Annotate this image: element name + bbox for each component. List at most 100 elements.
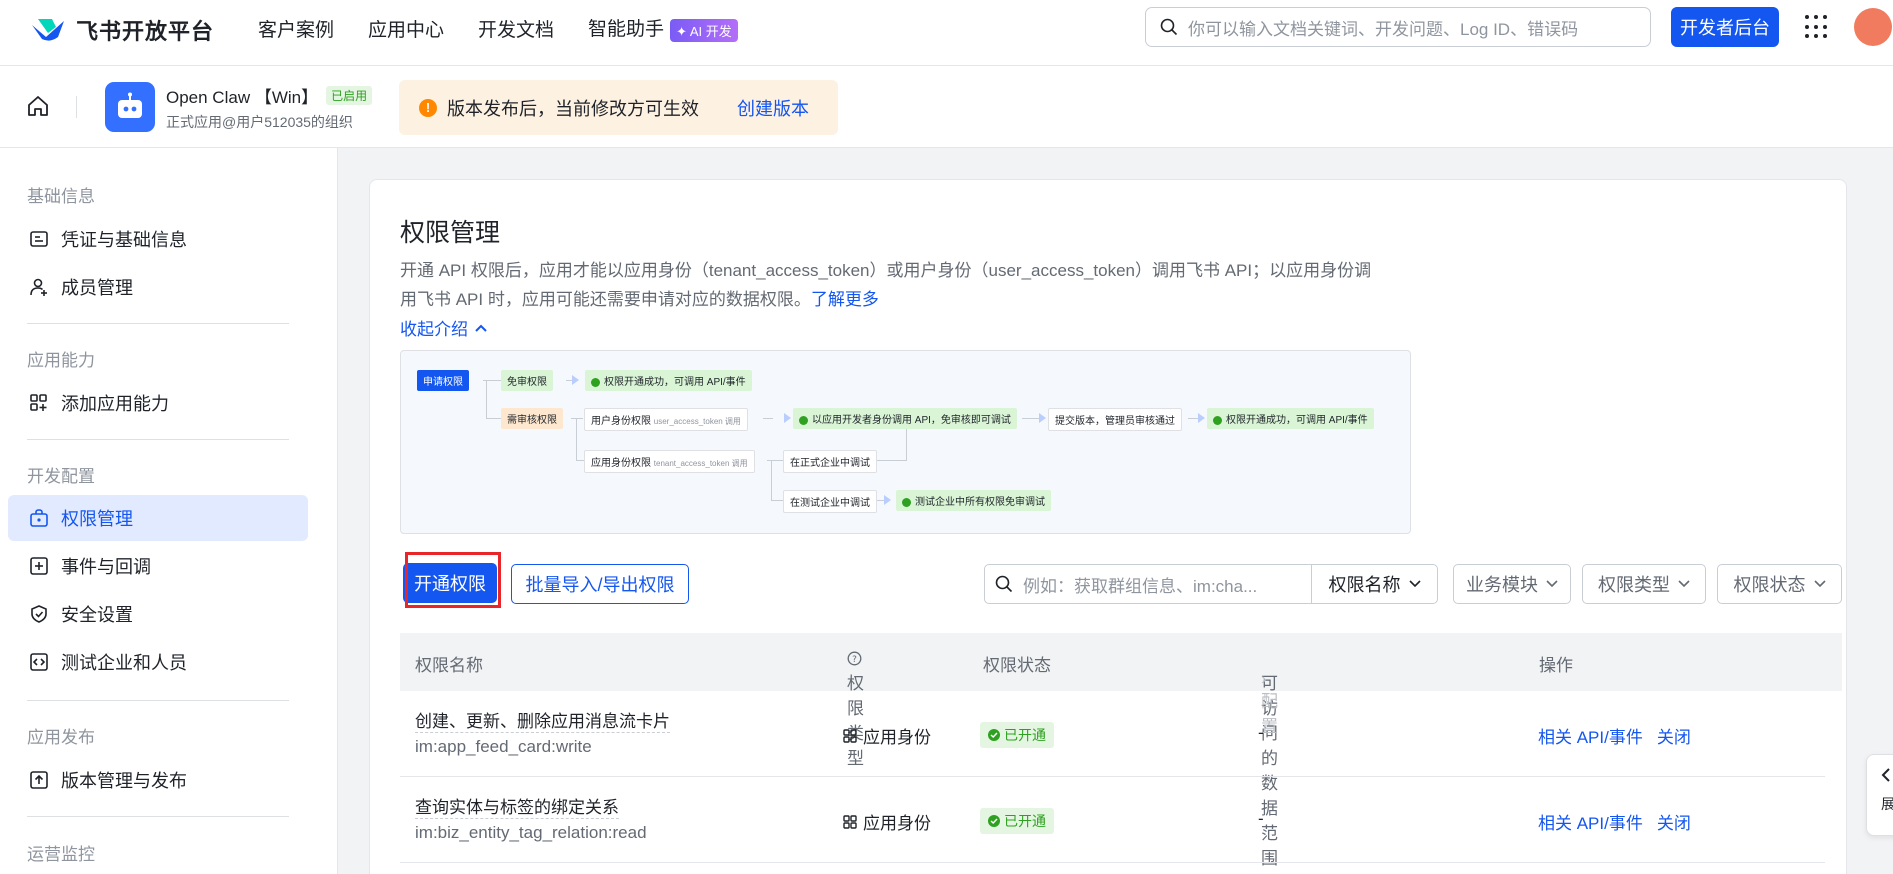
app-grid-icon (843, 814, 857, 829)
status-badge: 已开通 (980, 722, 1054, 748)
nav-links: 客户案例 应用中心 开发文档 智能助手 ✦ AI 开发 (258, 14, 738, 42)
sidebar-item-versions[interactable]: 版本管理与发布 (8, 757, 308, 803)
sidebar-item-label: 权限管理 (61, 509, 133, 529)
developer-console-button[interactable]: 开发者后台 (1671, 7, 1779, 47)
apps-grid-icon[interactable] (1805, 15, 1829, 39)
sidebar-item-label: 版本管理与发布 (61, 771, 187, 791)
create-version-link[interactable]: 创建版本 (737, 95, 809, 121)
chevron-down-icon (1546, 580, 1558, 588)
flow-app-perm-label: 应用身份权限 (591, 458, 651, 469)
flow-user-perm: 用户身份权限 user_access_token 调用 (584, 408, 748, 431)
nav-cases[interactable]: 客户案例 (258, 15, 334, 42)
nav-assistant[interactable]: 智能助手 ✦ AI 开发 (588, 14, 738, 42)
flow-app-perm: 应用身份权限 tenant_access_token 调用 (584, 450, 755, 473)
permission-status-dropdown[interactable]: 权限状态 (1717, 564, 1842, 604)
open-permission-button[interactable]: 开通权限 (403, 563, 497, 603)
flow-apply: 申请权限 (417, 370, 469, 391)
sidebar-item-credentials[interactable]: 凭证与基础信息 (8, 216, 308, 262)
sidebar-divider (27, 323, 289, 324)
search-icon (995, 575, 1013, 593)
collapse-intro-toggle[interactable]: 收起介绍 (400, 315, 488, 340)
logo[interactable]: 飞书开放平台 (30, 14, 214, 46)
svg-text:?: ? (852, 655, 857, 665)
search-field-select[interactable]: 权限名称 (1311, 565, 1437, 603)
app-grid-icon (843, 728, 857, 743)
app-name-label: Open Claw 【Win】 (166, 88, 319, 107)
ai-badge: ✦ AI 开发 (670, 18, 738, 42)
sidebar-item-label: 事件与回调 (61, 557, 151, 577)
related-api-link[interactable]: 相关 API/事件 (1538, 809, 1643, 834)
batch-import-export-button[interactable]: 批量导入/导出权限 (511, 564, 689, 604)
notice-text: 版本发布后，当前修改方可生效 (447, 98, 699, 119)
permission-name: 创建、更新、删除应用消息流卡片 (415, 707, 670, 733)
status-label: 已开通 (1004, 813, 1046, 829)
flow-exempt-result-label: 权限开通成功，可调用 API/事件 (604, 377, 746, 388)
sidebar-item-permissions[interactable]: 权限管理 (8, 495, 308, 541)
check-circle-icon (988, 729, 1000, 741)
top-navbar: 飞书开放平台 客户案例 应用中心 开发文档 智能助手 ✦ AI 开发 你可以输入文… (0, 0, 1893, 66)
desc-line-1: 开通 API 权限后，应用才能以应用身份（tenant_access_token… (400, 261, 1372, 280)
chevron-left-icon (1881, 768, 1890, 782)
home-icon[interactable] (26, 94, 50, 118)
business-module-dropdown[interactable]: 业务模块 (1453, 564, 1571, 604)
col-action: 操作 (1539, 656, 1573, 675)
flow-user-token: user_access_token 调用 (653, 417, 741, 426)
search-field-label: 权限名称 (1328, 575, 1401, 595)
col-range-config-link[interactable]: 配置 › (1261, 669, 1278, 736)
search-icon (1160, 18, 1178, 36)
flow-app-token: tenant_access_token 调用 (653, 459, 748, 468)
nav-assistant-label: 智能助手 (588, 19, 665, 41)
sidebar-item-security[interactable]: 安全设置 (8, 591, 308, 637)
related-api-link[interactable]: 相关 API/事件 (1538, 723, 1643, 748)
sidebar-item-members[interactable]: 成员管理 (8, 264, 308, 310)
divider (76, 96, 77, 118)
col-status: 权限状态 (983, 656, 1051, 675)
data-range: - (1258, 723, 1264, 742)
feishu-logo-icon (32, 19, 64, 41)
flow-test-result: 测试企业中所有权限免审调试 (896, 490, 1051, 511)
flow-user-dev-label: 以应用开发者身份调用 API，免审核即可调试 (812, 415, 1011, 426)
app-name: Open Claw 【Win】 已启用 (166, 83, 373, 108)
help-icon[interactable]: ? (847, 651, 862, 666)
sidebar-item-events[interactable]: 事件与回调 (8, 543, 308, 589)
sidebar-item-add-capability[interactable]: 添加应用能力 (8, 380, 308, 426)
sidebar-item-label: 安全设置 (61, 605, 133, 625)
close-permission-link[interactable]: 关闭 (1657, 723, 1691, 748)
permission-type: 应用身份 (843, 809, 931, 834)
chevron-up-icon (475, 324, 487, 332)
sidebar-section-capability: 应用能力 (27, 351, 95, 370)
user-add-icon (30, 278, 47, 296)
permission-search-input[interactable]: 例如：获取群组信息、im:cha... (985, 572, 1311, 597)
sidebar-item-test-enterprise[interactable]: 测试企业和人员 (8, 639, 308, 685)
side-tab-label: 展 (1881, 796, 1893, 812)
data-range: - (1258, 809, 1264, 828)
close-permission-link[interactable]: 关闭 (1657, 809, 1691, 834)
flow-final-result-label: 权限开通成功，可调用 API/事件 (1226, 415, 1368, 426)
sidebar-section-dev: 开发配置 (27, 467, 95, 486)
desc-line-2: 用飞书 API 时，应用可能还需要申请对应的数据权限。 (400, 290, 811, 309)
col-type: 权限类型? (847, 651, 864, 768)
learn-more-link[interactable]: 了解更多 (811, 290, 879, 309)
status-label: 已开通 (1004, 727, 1046, 743)
sidebar-divider (27, 700, 289, 701)
table-row: 查询实体与标签的绑定关系 im:biz_entity_tag_relation:… (400, 777, 1825, 863)
top-search-input[interactable]: 你可以输入文档关键词、开发问题、Log ID、错误码 (1145, 7, 1651, 47)
page-description: 开通 API 权限后，应用才能以应用身份（tenant_access_token… (400, 256, 1410, 314)
page-title: 权限管理 (400, 219, 501, 247)
chevron-down-icon (1813, 580, 1826, 588)
expand-side-panel-tab[interactable]: 展 (1866, 754, 1893, 836)
permission-type-label: 应用身份 (863, 728, 931, 747)
check-circle-icon (988, 815, 1000, 827)
permission-type-dropdown[interactable]: 权限类型 (1582, 564, 1706, 604)
row-actions: 相关 API/事件 关闭 (1538, 723, 1691, 748)
chevron-down-icon (1678, 580, 1690, 588)
nav-app-center[interactable]: 应用中心 (368, 15, 444, 42)
id-card-icon (30, 231, 48, 247)
brand-name: 飞书开放平台 (76, 19, 215, 44)
app-status-badge: 已启用 (326, 86, 373, 105)
sidebar-section-basic: 基础信息 (27, 187, 95, 206)
user-avatar[interactable] (1854, 8, 1892, 46)
flow-user-dev: 以应用开发者身份调用 API，免审核即可调试 (793, 408, 1017, 429)
collapse-label: 收起介绍 (400, 320, 468, 339)
nav-docs[interactable]: 开发文档 (478, 15, 554, 42)
